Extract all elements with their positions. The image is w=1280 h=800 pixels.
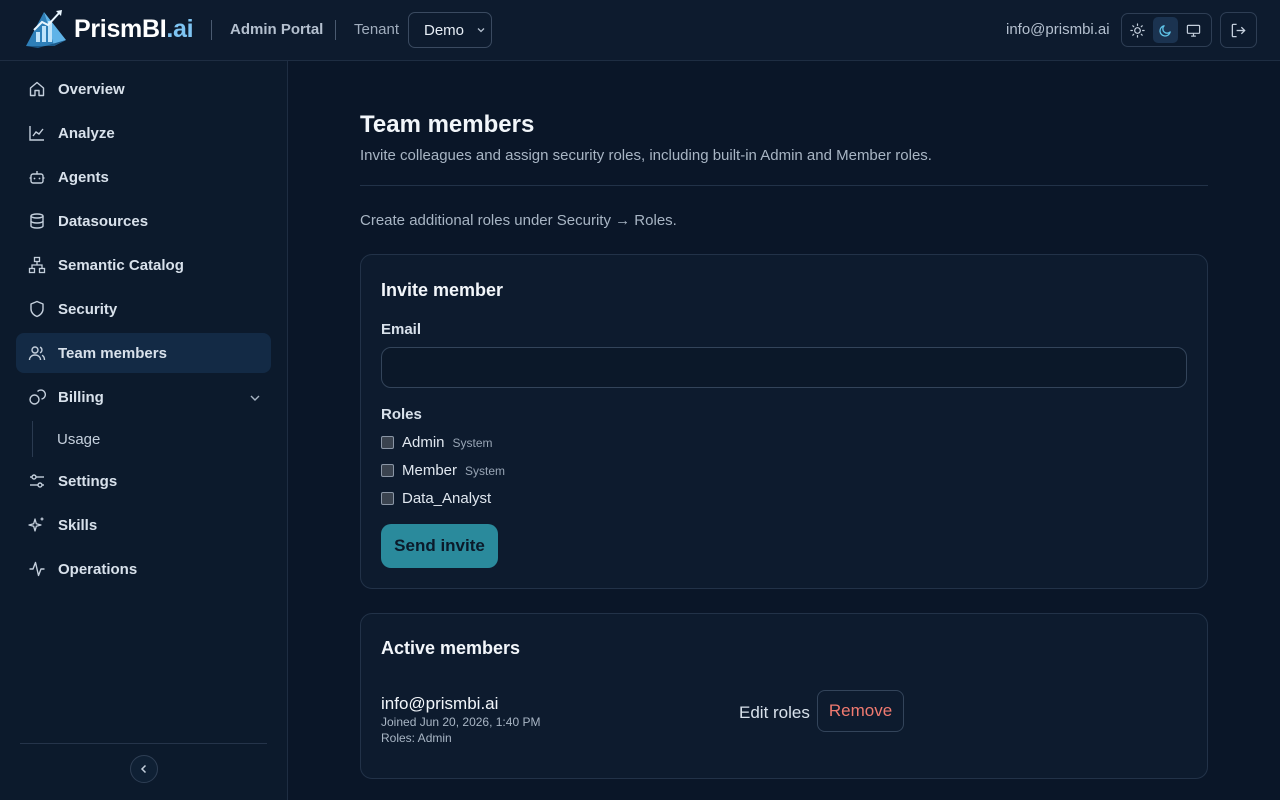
sidebar-divider [20,743,267,744]
logo-text: PrismBI.ai [74,14,194,43]
sun-icon [1130,22,1145,38]
sidebar-item-label: Datasources [58,212,149,230]
sidebar-item-overview[interactable]: Overview [16,69,271,109]
role-name: Admin [402,434,445,451]
page-title: Team members [360,111,535,138]
tenant-select[interactable]: Demo [408,12,492,48]
checkbox[interactable] [381,436,394,449]
sidebar-item-label: Analyze [58,124,115,142]
page-subtitle: Invite colleagues and assign security ro… [360,147,932,164]
logout-button[interactable] [1220,12,1257,48]
sidebar-item-team-members[interactable]: Team members [16,333,271,373]
tenant-label: Tenant [354,21,400,38]
sidebar-item-datasources[interactable]: Datasources [16,201,271,241]
role-option-member[interactable]: Member System [381,462,505,479]
email-label: Email [381,321,422,338]
roles-label: Roles [381,406,422,423]
sidebar: Overview Analyze Agents Datasources Sema… [0,61,288,800]
chevron-down-icon [250,395,260,401]
moon-icon [1159,24,1171,37]
send-invite-button[interactable]: Send invite [381,524,498,568]
logout-icon [1231,23,1246,37]
active-members-card: Active members info@prismbi.ai Joined Ju… [360,613,1208,779]
sidebar-item-settings[interactable]: Settings [16,461,271,501]
submenu-line [32,421,33,457]
sidebar-item-label: Security [58,300,118,318]
sparkles-icon [28,517,44,532]
sidebar-item-label: Semantic Catalog [58,256,184,274]
role-name: Member [402,462,458,479]
role-option-admin[interactable]: Admin System [381,434,493,451]
sidebar-item-agents[interactable]: Agents [16,157,271,197]
sidebar-item-label: Agents [58,168,109,186]
theme-toggle-group [1121,13,1212,47]
card-title: Active members [381,638,521,658]
logo[interactable]: PrismBI.ai [24,8,194,50]
chevron-down-icon [477,28,485,33]
theme-light-button[interactable] [1125,17,1151,43]
header-divider [335,20,336,40]
sidebar-subitem-usage[interactable]: Usage [57,431,100,448]
role-tag: System [465,463,506,478]
chevron-left-icon [140,764,147,774]
sidebar-item-label: Overview [58,80,125,98]
sidebar-item-label: Team members [58,344,167,362]
shield-icon [30,300,44,318]
portal-title: Admin Portal [230,21,324,38]
checkbox[interactable] [381,464,394,477]
sidebar-item-billing[interactable]: Billing [16,377,271,417]
sidebar-item-label: Skills [58,516,98,534]
role-name: Data_Analyst [402,490,492,507]
member-roles: Roles: Admin [381,731,452,745]
top-header: PrismBI.ai Admin Portal Tenant Demo info… [0,0,1280,61]
sidebar-item-analyze[interactable]: Analyze [16,113,271,153]
collapse-sidebar-button[interactable] [130,755,158,783]
card-title: Invite member [381,280,504,300]
main-content: Team members Invite colleagues and assig… [289,61,1280,800]
hierarchy-icon [28,256,46,274]
member-email: info@prismbi.ai [381,694,499,713]
sidebar-item-label: Settings [58,472,118,490]
role-tag: System [452,435,493,450]
database-icon [30,213,44,229]
header-divider [211,20,212,40]
sidebar-item-semantic-catalog[interactable]: Semantic Catalog [16,245,271,285]
chart-line-icon [29,126,44,141]
sidebar-item-label: Operations [58,560,138,578]
role-option-data-analyst[interactable]: Data_Analyst [381,490,491,507]
user-email: info@prismbi.ai [1006,21,1110,38]
home-icon [29,81,45,97]
theme-system-button[interactable] [1180,17,1206,43]
edit-roles-button[interactable]: Edit roles [739,703,810,723]
invite-member-card: Invite member Email Roles Admin System M… [360,254,1208,589]
remove-member-button[interactable]: Remove [817,690,904,732]
monitor-icon [1186,24,1200,37]
member-joined: Joined Jun 20, 2026, 1:40 PM [381,715,541,729]
sidebar-item-label: Billing [58,388,104,406]
logo-icon [26,10,66,48]
activity-icon [29,561,45,577]
sidebar-item-security[interactable]: Security [16,289,271,329]
sidebar-item-skills[interactable]: Skills [16,505,271,545]
theme-dark-button[interactable] [1152,17,1179,43]
bot-icon [29,171,45,184]
tenant-value: Demo [424,21,465,39]
checkbox[interactable] [381,492,394,505]
sidebar-item-operations[interactable]: Operations [16,549,271,589]
roles-hint: Create additional roles under Security →… [360,212,677,229]
sliders-icon [30,474,44,488]
email-field[interactable] [381,347,1187,388]
section-divider [360,185,1208,186]
users-icon [28,346,46,361]
billing-icon [29,389,46,405]
